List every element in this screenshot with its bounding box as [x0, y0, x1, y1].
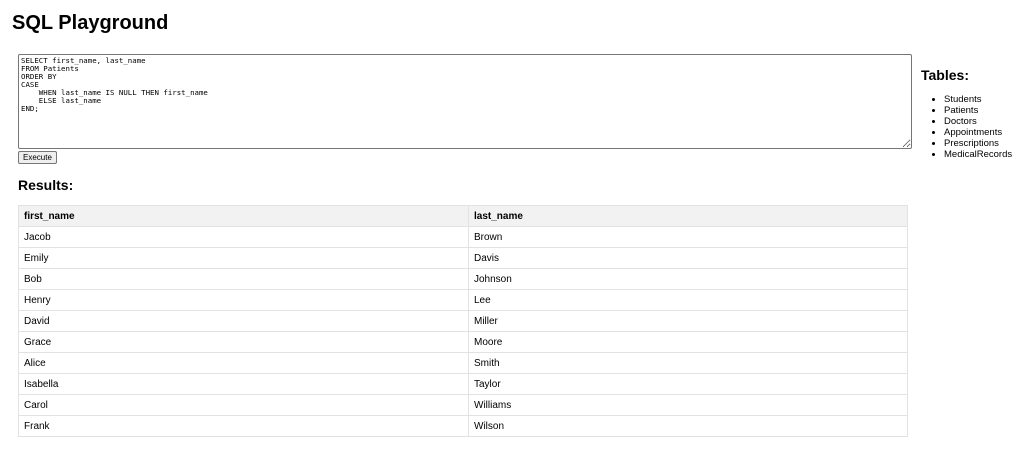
table-list-item-prescriptions: Prescriptions [944, 138, 1024, 149]
column-header-last-name: last_name [468, 205, 908, 227]
table-row: Henry Lee [18, 289, 908, 311]
cell-last-name: Lee [468, 289, 908, 311]
cell-first-name: Jacob [18, 226, 469, 248]
cell-first-name: Emily [18, 247, 469, 269]
cell-last-name: Davis [468, 247, 908, 269]
cell-last-name: Williams [468, 394, 908, 416]
cell-first-name: Alice [18, 352, 469, 374]
column-header-first-name: first_name [18, 205, 469, 227]
cell-first-name: Henry [18, 289, 469, 311]
cell-last-name: Taylor [468, 373, 908, 395]
cell-first-name: Grace [18, 331, 469, 353]
cell-last-name: Wilson [468, 415, 908, 437]
table-row: Frank Wilson [18, 415, 908, 437]
table-list-item-medicalrecords: MedicalRecords [944, 149, 1024, 160]
table-list-item-appointments: Appointments [944, 127, 1024, 138]
cell-first-name: Carol [18, 394, 469, 416]
table-row: Emily Davis [18, 247, 908, 269]
table-row: Alice Smith [18, 352, 908, 374]
cell-first-name: Isabella [18, 373, 469, 395]
results-table: first_name last_name Jacob Brown Emily Dav… [18, 205, 908, 437]
cell-first-name: Frank [18, 415, 469, 437]
execute-button[interactable]: Execute [18, 151, 57, 164]
main-panel: Execute Results: first_name last_name Ja… [18, 54, 912, 437]
cell-first-name: David [18, 310, 469, 332]
cell-last-name: Moore [468, 331, 908, 353]
cell-last-name: Smith [468, 352, 908, 374]
table-row: David Miller [18, 310, 908, 332]
sql-query-input[interactable] [18, 54, 912, 149]
cell-last-name: Brown [468, 226, 908, 248]
table-list-item-doctors: Doctors [944, 116, 1024, 127]
page-title: SQL Playground [12, 12, 169, 34]
table-header-row: first_name last_name [18, 205, 908, 227]
table-row: Grace Moore [18, 331, 908, 353]
table-row: Carol Williams [18, 394, 908, 416]
table-list-item-patients: Patients [944, 105, 1024, 116]
tables-sidebar: Tables: Students Patients Doctors Appoin… [921, 66, 1024, 160]
table-row: Jacob Brown [18, 226, 908, 248]
table-list-item-students: Students [944, 94, 1024, 105]
table-row: Isabella Taylor [18, 373, 908, 395]
table-list: Students Patients Doctors Appointments P… [921, 94, 1024, 160]
table-row: Bob Johnson [18, 268, 908, 290]
cell-last-name: Miller [468, 310, 908, 332]
tables-heading: Tables: [921, 67, 969, 83]
cell-first-name: Bob [18, 268, 469, 290]
cell-last-name: Johnson [468, 268, 908, 290]
results-heading: Results: [18, 177, 74, 193]
